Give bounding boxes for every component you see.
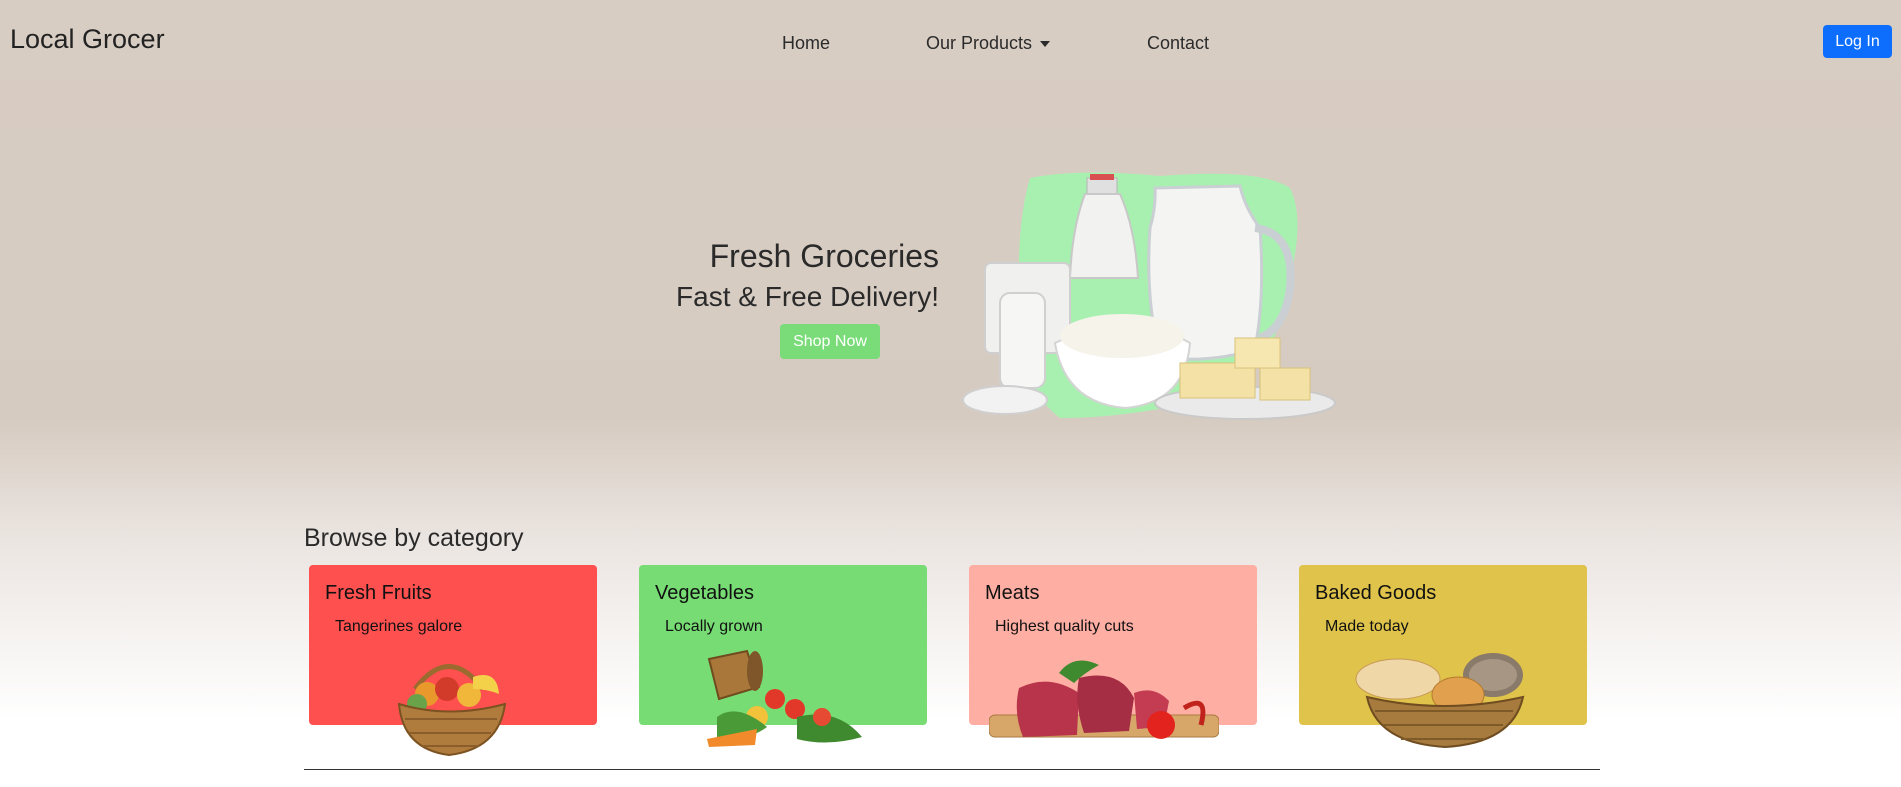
- navbar: Local Grocer Home Our Products Contact L…: [0, 0, 1901, 86]
- category-card-vegetables[interactable]: Vegetables Locally grown: [639, 565, 927, 747]
- caret-down-icon: [1040, 40, 1051, 47]
- card-text: Made today: [1325, 618, 1409, 635]
- card-text: Highest quality cuts: [995, 618, 1134, 635]
- card-text: Locally grown: [665, 618, 763, 635]
- section-divider: [304, 769, 1600, 770]
- card-text: Tangerines galore: [335, 618, 463, 635]
- brand-logo[interactable]: Local Grocer: [10, 24, 165, 55]
- meat-board-image: [989, 660, 1219, 739]
- card-title: Meats: [985, 582, 1040, 604]
- nav-link-contact-label: Contact: [1147, 33, 1210, 53]
- nav-link-home-label: Home: [782, 33, 831, 53]
- nav-link-our-products[interactable]: Our Products: [926, 33, 1051, 54]
- card-title: Baked Goods: [1315, 582, 1437, 604]
- hero-subtitle: Fast & Free Delivery!: [676, 281, 939, 312]
- login-button[interactable]: Log In: [1823, 25, 1892, 58]
- hero-text: Fresh Groceries Fast & Free Delivery!: [676, 238, 939, 313]
- nav-link-contact[interactable]: Contact: [1147, 33, 1209, 54]
- dairy-products-image: [962, 172, 1336, 420]
- nav-link-home[interactable]: Home: [782, 33, 830, 54]
- vegetable-bucket-image: [707, 649, 862, 747]
- category-card-fresh-fruits[interactable]: Fresh Fruits Tangerines galore: [309, 565, 597, 757]
- bread-basket-image: [1355, 653, 1525, 749]
- card-title: Vegetables: [655, 582, 754, 604]
- fruit-basket-image: [397, 664, 507, 757]
- category-card-baked-goods[interactable]: Baked Goods Made today: [1299, 565, 1587, 749]
- browse-heading: Browse by category: [304, 524, 524, 552]
- shop-now-button[interactable]: Shop Now: [780, 324, 880, 359]
- card-title: Fresh Fruits: [325, 582, 432, 604]
- hero-title: Fresh Groceries: [709, 238, 939, 274]
- nav-link-products-label: Our Products: [926, 33, 1033, 53]
- category-card-meats[interactable]: Meats Highest quality cuts: [969, 565, 1257, 739]
